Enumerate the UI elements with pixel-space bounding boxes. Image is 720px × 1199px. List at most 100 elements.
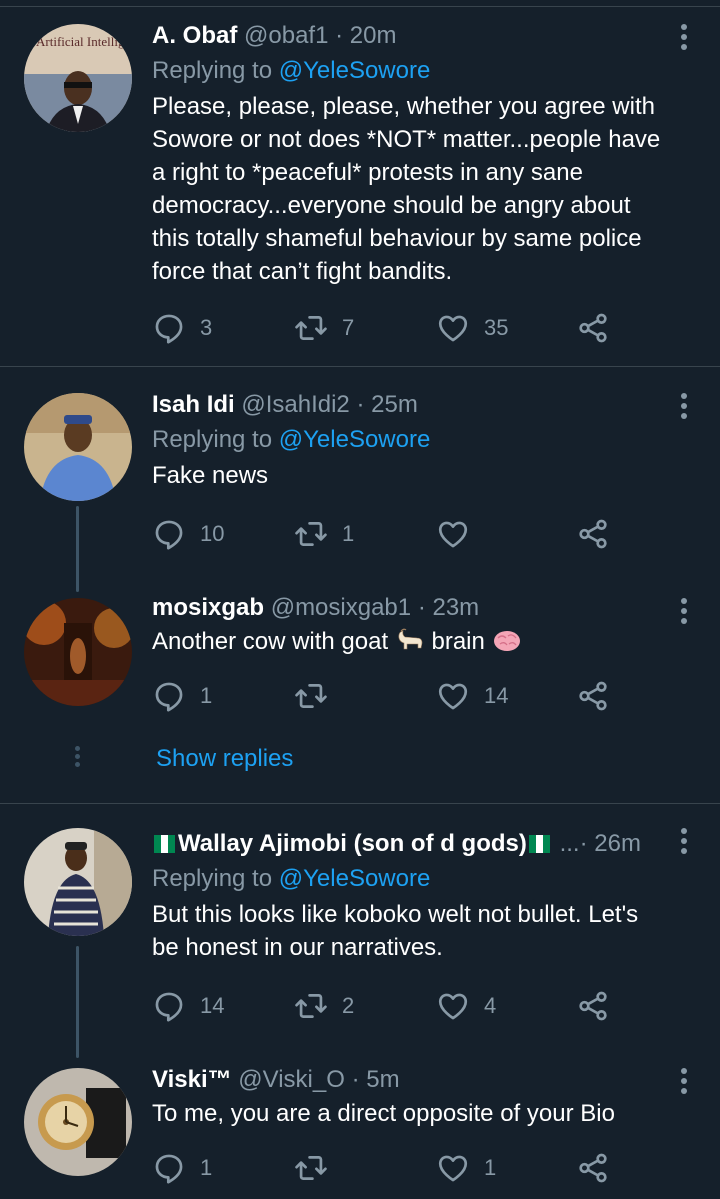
timestamp[interactable]: 26m	[594, 830, 641, 857]
tweet-header: Isah Idi @IsahIdi2 · 25m	[152, 389, 664, 421]
retweet-button[interactable]: 2	[294, 988, 354, 1024]
like-icon	[436, 989, 470, 1023]
reply-count: 1	[200, 683, 213, 708]
tweet-isahidi2[interactable]: Isah Idi @IsahIdi2 · 25m Replying to @Ye…	[0, 367, 720, 582]
retweet-icon	[294, 517, 328, 551]
replying-prefix: Replying to	[152, 426, 279, 453]
like-icon	[436, 1151, 470, 1185]
share-icon	[576, 311, 610, 345]
mention-link[interactable]: @YeleSowore	[279, 426, 431, 453]
reply-button[interactable]: 14	[152, 988, 224, 1024]
tweet-text: To me, you are a direct opposite of your…	[152, 1100, 615, 1127]
tweet-wallay-ajimobi[interactable]: Wallay Ajimobi (son of d gods) ...· 26m …	[0, 804, 720, 1048]
separator: ·	[335, 22, 344, 49]
avatar-caption: Artificial Intelligence	[36, 34, 132, 49]
like-icon	[436, 311, 470, 345]
display-name[interactable]: Isah Idi	[152, 391, 235, 418]
reply-button[interactable]: 1	[152, 678, 212, 714]
more-options-icon[interactable]	[680, 24, 688, 50]
goat-emoji-icon	[398, 628, 423, 650]
timestamp[interactable]: 25m	[371, 391, 418, 418]
reply-count: 14	[200, 993, 225, 1018]
reply-count: 1	[200, 1155, 213, 1180]
reply-icon	[152, 989, 186, 1023]
separator: ·	[579, 830, 588, 857]
tweet-actions: 3 7 35	[152, 310, 622, 346]
retweet-button[interactable]: 1	[294, 516, 354, 552]
like-button[interactable]: 1	[436, 1150, 496, 1186]
tweet-viski-o[interactable]: Viski™ @Viski_O · 5m To me, you are a di…	[0, 1048, 720, 1199]
avatar[interactable]	[24, 1068, 132, 1176]
avatar[interactable]	[24, 828, 132, 936]
user-handle[interactable]: @Viski_O	[238, 1066, 345, 1093]
display-name[interactable]: Wallay Ajimobi (son of d gods)	[178, 830, 527, 857]
timestamp[interactable]: 20m	[350, 22, 397, 49]
share-button[interactable]	[576, 516, 610, 552]
tweet-header: A. Obaf @obaf1 · 20m	[152, 20, 664, 52]
display-name[interactable]: Viski™	[152, 1066, 232, 1093]
tweet-actions: 1 1	[152, 1150, 622, 1186]
display-name[interactable]: A. Obaf	[152, 22, 237, 49]
like-button[interactable]: 35	[436, 310, 508, 346]
user-handle[interactable]: @mosixgab1	[271, 594, 411, 621]
display-name[interactable]: mosixgab	[152, 594, 264, 621]
more-options-icon[interactable]	[680, 828, 688, 854]
show-replies-link[interactable]: Show replies	[156, 745, 293, 773]
mention-link[interactable]: @YeleSowore	[279, 865, 431, 892]
more-options-icon[interactable]	[680, 393, 688, 419]
share-button[interactable]	[576, 310, 610, 346]
timestamp[interactable]: 5m	[366, 1066, 399, 1093]
tweet-text: Fake news	[152, 462, 269, 489]
retweet-icon	[294, 989, 328, 1023]
avatar[interactable]	[24, 598, 132, 706]
user-handle[interactable]: ...	[560, 830, 580, 857]
tweet-obaf1[interactable]: Artificial Intelligence A. Obaf @obaf1 ·…	[0, 0, 720, 366]
reply-button[interactable]: 10	[152, 516, 224, 552]
reply-count: 10	[200, 521, 225, 546]
tweet-text-part-1: Another cow with goat	[152, 628, 389, 655]
retweet-count: 1	[342, 521, 355, 546]
timestamp[interactable]: 23m	[432, 594, 479, 621]
tweet-actions: 10 1	[152, 516, 622, 552]
tweet-header: Wallay Ajimobi (son of d gods) ...· 26m	[152, 828, 656, 860]
nigeria-flag-icon	[154, 830, 176, 853]
separator: ·	[351, 1066, 360, 1093]
share-button[interactable]	[576, 1150, 610, 1186]
user-handle[interactable]: @IsahIdi2	[241, 391, 349, 418]
tweet-header: Viski™ @Viski_O · 5m	[152, 1064, 664, 1096]
reply-count: 3	[200, 315, 213, 340]
tweet-actions: 1 14	[152, 678, 622, 714]
avatar[interactable]	[24, 393, 132, 501]
avatar[interactable]: Artificial Intelligence	[24, 24, 132, 132]
replying-prefix: Replying to	[152, 57, 279, 84]
like-button[interactable]: 4	[436, 988, 496, 1024]
like-button[interactable]: 14	[436, 678, 508, 714]
like-icon	[436, 679, 470, 713]
reply-icon	[152, 1151, 186, 1185]
reply-button[interactable]: 1	[152, 1150, 212, 1186]
share-icon	[576, 989, 610, 1023]
retweet-button[interactable]	[294, 678, 342, 714]
separator: ·	[417, 594, 426, 621]
retweet-icon	[294, 311, 328, 345]
like-button[interactable]	[436, 516, 484, 552]
reply-button[interactable]: 3	[152, 310, 212, 346]
share-button[interactable]	[576, 678, 610, 714]
more-options-icon[interactable]	[680, 1068, 688, 1094]
retweet-button[interactable]	[294, 1150, 342, 1186]
share-icon	[576, 517, 610, 551]
replying-prefix: Replying to	[152, 865, 279, 892]
nigeria-flag-icon	[528, 830, 551, 853]
tweet-header: mosixgab @mosixgab1 · 23m	[152, 592, 664, 624]
share-icon	[576, 679, 610, 713]
like-count: 1	[484, 1155, 497, 1180]
retweet-count: 7	[342, 315, 355, 340]
more-options-icon[interactable]	[680, 598, 688, 624]
share-button[interactable]	[576, 988, 610, 1024]
tweet-text-part-2: brain	[431, 628, 485, 655]
mention-link[interactable]: @YeleSowore	[279, 57, 431, 84]
retweet-button[interactable]: 7	[294, 310, 354, 346]
tweet-mosixgab1[interactable]: mosixgab @mosixgab1 · 23m Another cow wi…	[0, 582, 720, 802]
share-icon	[576, 1151, 610, 1185]
user-handle[interactable]: @obaf1	[244, 22, 328, 49]
